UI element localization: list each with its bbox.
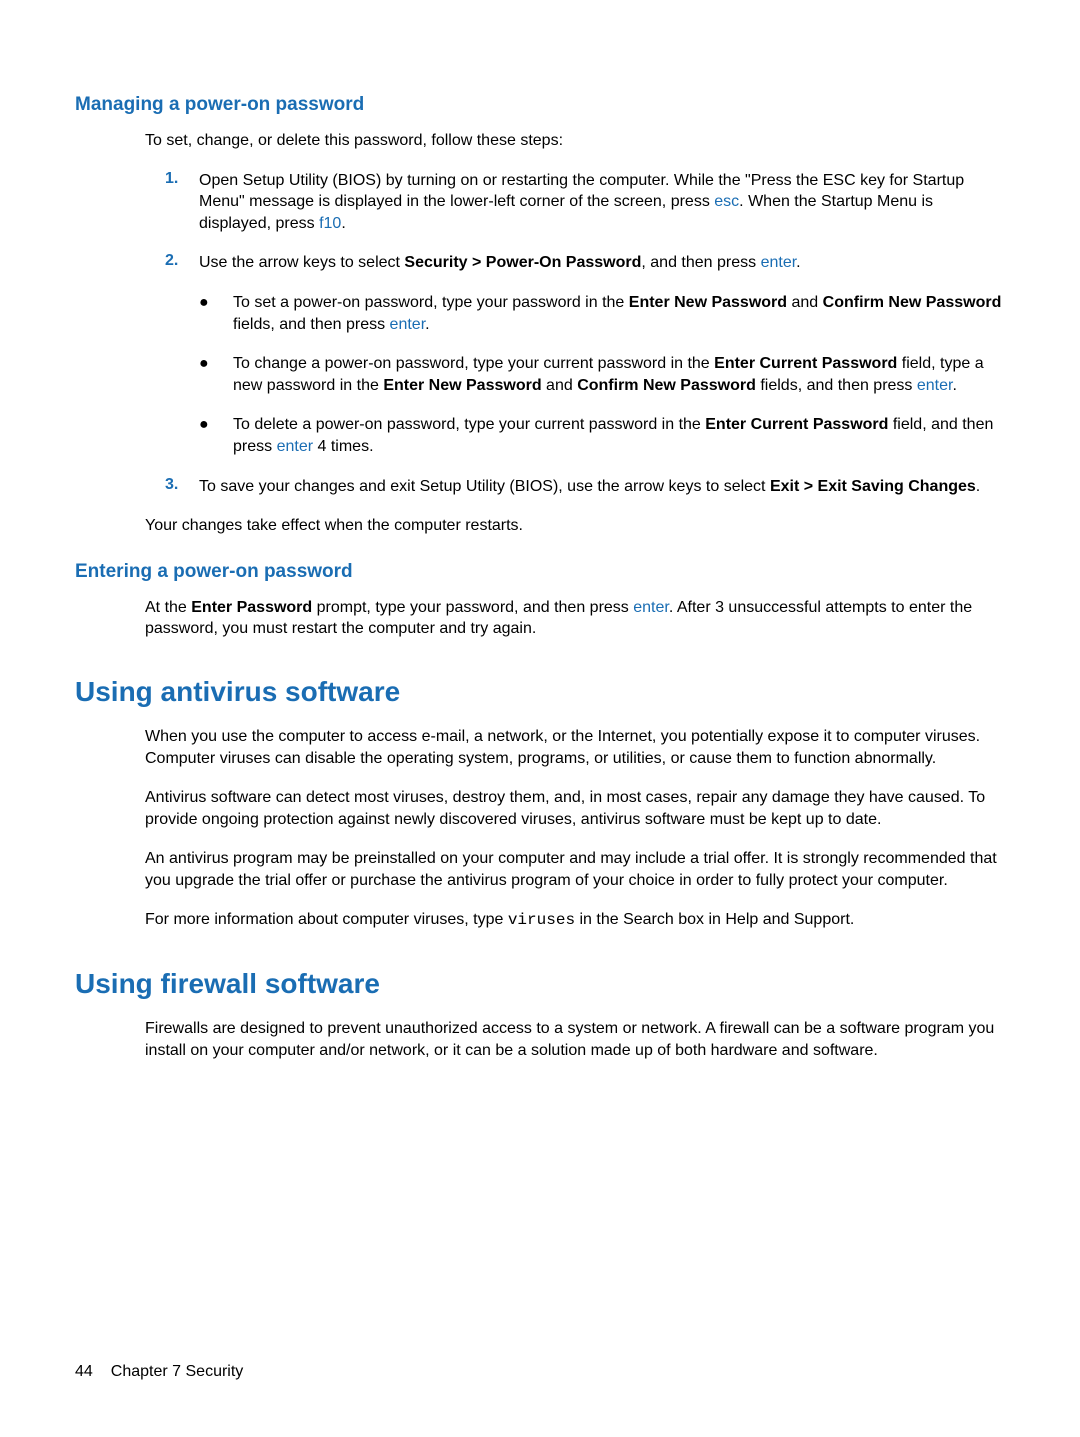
key-esc: esc	[714, 193, 739, 210]
key-enter: enter	[390, 316, 426, 333]
menu-path: Security > Power-On Password	[404, 254, 641, 271]
paragraph: An antivirus program may be preinstalled…	[145, 848, 1005, 891]
key-enter: enter	[761, 254, 797, 271]
text: fields, and then press	[233, 316, 390, 333]
heading-managing-poweron: Managing a power-on password	[75, 94, 1005, 116]
key-f10: f10	[319, 215, 341, 232]
list-item: 3. To save your changes and exit Setup U…	[165, 476, 1005, 498]
paragraph: For more information about computer viru…	[145, 909, 1005, 932]
key-enter: enter	[917, 377, 953, 394]
bullet-icon: ●	[199, 353, 233, 396]
step-number: 2.	[165, 252, 199, 274]
code-text: viruses	[508, 911, 575, 929]
text: To delete a power-on password, type your…	[233, 416, 705, 433]
paragraph: Firewalls are designed to prevent unauth…	[145, 1018, 1005, 1061]
ordered-list-continued: 3. To save your changes and exit Setup U…	[165, 476, 1005, 498]
document-page: Managing a power-on password To set, cha…	[0, 0, 1080, 1061]
text: To change a power-on password, type your…	[233, 355, 714, 372]
menu-path: Exit > Exit Saving Changes	[770, 478, 976, 495]
step-content: Open Setup Utility (BIOS) by turning on …	[199, 170, 1005, 235]
step-content: To save your changes and exit Setup Util…	[199, 476, 1005, 498]
bullet-icon: ●	[199, 414, 233, 457]
list-item: ● To set a power-on password, type your …	[199, 292, 1005, 335]
field-name: Enter New Password	[383, 377, 541, 394]
list-item: ● To delete a power-on password, type yo…	[199, 414, 1005, 457]
text: For more information about computer viru…	[145, 911, 508, 928]
page-number: 44	[75, 1363, 93, 1380]
intro-text: To set, change, or delete this password,…	[145, 130, 1005, 152]
page-footer: 44 Chapter 7 Security	[75, 1363, 243, 1381]
text: .	[796, 254, 800, 271]
text: At the	[145, 599, 191, 616]
chapter-label: Chapter 7 Security	[111, 1363, 244, 1380]
heading-firewall: Using firewall software	[75, 968, 1005, 1000]
text: To set a power-on password, type your pa…	[233, 294, 629, 311]
heading-antivirus: Using antivirus software	[75, 676, 1005, 708]
field-name: Enter Current Password	[714, 355, 897, 372]
list-item: ● To change a power-on password, type yo…	[199, 353, 1005, 396]
step-number: 1.	[165, 170, 199, 235]
bullet-content: To change a power-on password, type your…	[233, 353, 1005, 396]
text: .	[976, 478, 980, 495]
paragraph: When you use the computer to access e-ma…	[145, 726, 1005, 769]
text: .	[341, 215, 345, 232]
step-number: 3.	[165, 476, 199, 498]
text: .	[952, 377, 956, 394]
prompt-name: Enter Password	[191, 599, 312, 616]
field-name: Enter Current Password	[705, 416, 888, 433]
text: and	[787, 294, 823, 311]
ordered-list: 1. Open Setup Utility (BIOS) by turning …	[165, 170, 1005, 274]
field-name: Confirm New Password	[823, 294, 1002, 311]
outro-text: Your changes take effect when the comput…	[145, 515, 1005, 537]
field-name: Confirm New Password	[577, 377, 756, 394]
bullet-content: To set a power-on password, type your pa…	[233, 292, 1005, 335]
paragraph: At the Enter Password prompt, type your …	[145, 597, 1005, 640]
text: and	[542, 377, 578, 394]
paragraph: Antivirus software can detect most virus…	[145, 787, 1005, 830]
bullet-icon: ●	[199, 292, 233, 335]
key-enter: enter	[277, 438, 313, 455]
text: in the Search box in Help and Support.	[575, 911, 854, 928]
text: 4 times.	[313, 438, 373, 455]
text: .	[425, 316, 429, 333]
text: To save your changes and exit Setup Util…	[199, 478, 770, 495]
text: fields, and then press	[756, 377, 917, 394]
heading-entering-poweron: Entering a power-on password	[75, 561, 1005, 583]
field-name: Enter New Password	[629, 294, 787, 311]
bullet-content: To delete a power-on password, type your…	[233, 414, 1005, 457]
key-enter: enter	[633, 599, 669, 616]
step-content: Use the arrow keys to select Security > …	[199, 252, 1005, 274]
text: Use the arrow keys to select	[199, 254, 404, 271]
text: , and then press	[641, 254, 760, 271]
list-item: 2. Use the arrow keys to select Security…	[165, 252, 1005, 274]
list-item: 1. Open Setup Utility (BIOS) by turning …	[165, 170, 1005, 235]
bullet-list: ● To set a power-on password, type your …	[199, 292, 1005, 458]
text: prompt, type your password, and then pre…	[312, 599, 633, 616]
